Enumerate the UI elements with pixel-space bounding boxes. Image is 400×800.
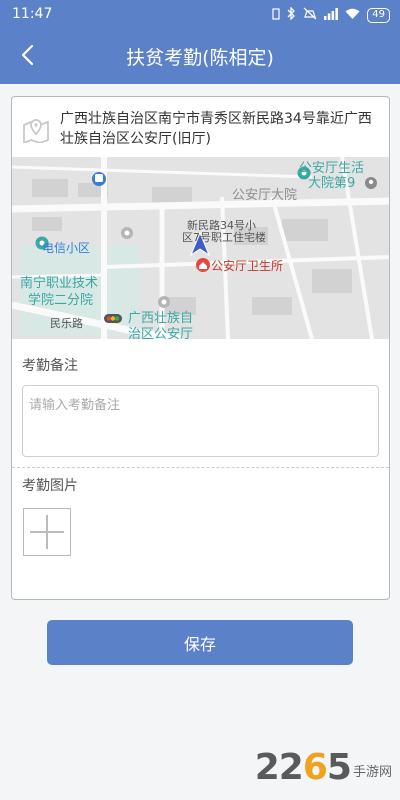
map-label-district: 公安厅大院 xyxy=(232,188,298,203)
status-bar: 11:47 49 xyxy=(0,0,400,30)
map-label-road: 民乐路 xyxy=(50,317,83,330)
map-label-government: 治区公安厅 xyxy=(128,327,194,339)
map-label-telecom: 电信小区 xyxy=(42,241,91,255)
location-address: 广西壮族自治区南宁市青秀区新民路34号靠近广西壮族自治区公安厅(旧厅) xyxy=(60,111,372,147)
attendance-card: 广西壮族自治区南宁市青秀区新民路34号靠近广西壮族自治区公安厅(旧厅) 公安厅生… xyxy=(11,96,390,600)
divider xyxy=(12,467,389,468)
status-icons: 49 xyxy=(272,6,390,23)
map-label-clinic: 公安厅卫生所 xyxy=(211,259,284,273)
add-photo-button[interactable] xyxy=(23,508,71,556)
mute-icon xyxy=(303,7,317,23)
watermark-text: 手游网 xyxy=(352,765,392,780)
map-label-poi: 大院第9 xyxy=(308,176,356,191)
map-label-building: 区7号职工住宅楼 xyxy=(182,231,266,244)
page-title: 扶贫考勤(陈相定) xyxy=(126,47,274,69)
sim-icon xyxy=(272,7,280,23)
watermark-number-accent: 6 xyxy=(302,747,328,788)
remark-input[interactable] xyxy=(22,385,379,457)
map-view[interactable]: 公安厅生活 大院第9 公安厅大院 电信小区 新民路34号小 区7号职工住宅楼 公… xyxy=(12,157,389,339)
watermark-number-tail: 5 xyxy=(326,747,352,788)
watermark-logo: 2265 手游网 xyxy=(255,747,392,788)
remark-label: 考勤备注 xyxy=(22,358,78,374)
status-time: 11:47 xyxy=(12,6,53,22)
photo-label: 考勤图片 xyxy=(22,478,78,494)
wifi-icon xyxy=(345,8,360,23)
location-row: 广西壮族自治区南宁市青秀区新民路34号靠近广西壮族自治区公安厅(旧厅) xyxy=(12,97,389,157)
map-icon xyxy=(22,117,50,147)
header: 扶贫考勤(陈相定) xyxy=(0,30,400,84)
map-label-school: 学院二分院 xyxy=(28,293,94,308)
watermark-number: 2265 xyxy=(254,747,352,788)
battery-icon: 49 xyxy=(367,7,390,23)
watermark-number-main: 22 xyxy=(254,747,304,788)
save-button[interactable]: 保存 xyxy=(47,620,353,665)
bluetooth-icon xyxy=(287,6,296,23)
signal-icon xyxy=(324,7,339,23)
